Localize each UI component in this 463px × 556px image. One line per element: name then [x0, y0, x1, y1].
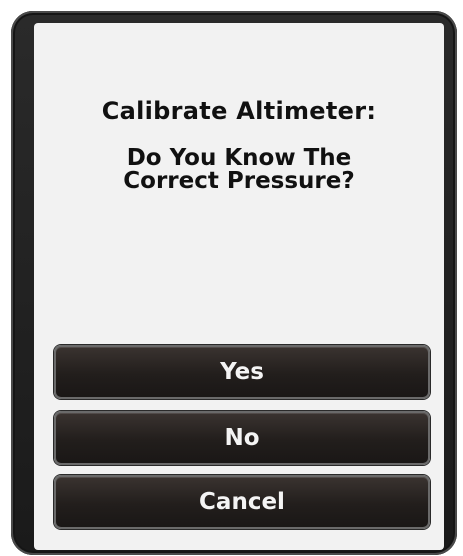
yes-button[interactable]: Yes [54, 345, 430, 399]
calibrate-altimeter-dialog: Calibrate Altimeter: Do You Know The Cor… [34, 23, 444, 550]
dialog-title: Calibrate Altimeter: [101, 97, 377, 125]
cancel-button[interactable]: Cancel [54, 475, 430, 529]
no-button[interactable]: No [54, 411, 430, 465]
dialog-question: Do You Know The Correct Pressure? [123, 145, 355, 194]
